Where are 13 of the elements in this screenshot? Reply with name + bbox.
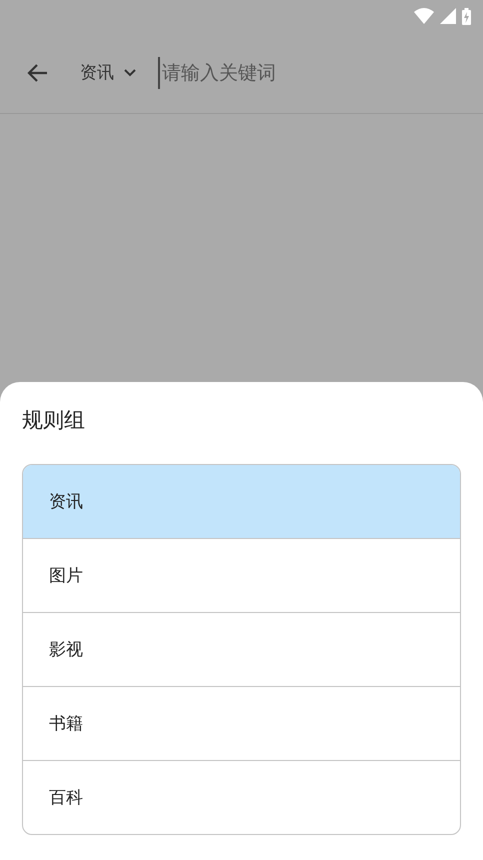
back-icon[interactable] bbox=[26, 62, 48, 82]
category-dropdown[interactable]: 资讯 bbox=[80, 61, 136, 84]
wifi-icon bbox=[414, 8, 434, 24]
battery-icon bbox=[462, 8, 471, 24]
list-item[interactable]: 百科 bbox=[23, 760, 460, 834]
list-item[interactable]: 资讯 bbox=[23, 465, 460, 538]
list-item[interactable]: 书籍 bbox=[23, 686, 460, 760]
search-field[interactable]: 请输入关键词 bbox=[158, 56, 483, 88]
sheet-title: 规则组 bbox=[22, 407, 86, 434]
chevron-icon bbox=[124, 68, 136, 76]
list-item[interactable]: 图片 bbox=[23, 538, 460, 612]
signal-icon bbox=[440, 8, 456, 24]
list-item[interactable]: 影视 bbox=[23, 612, 460, 686]
